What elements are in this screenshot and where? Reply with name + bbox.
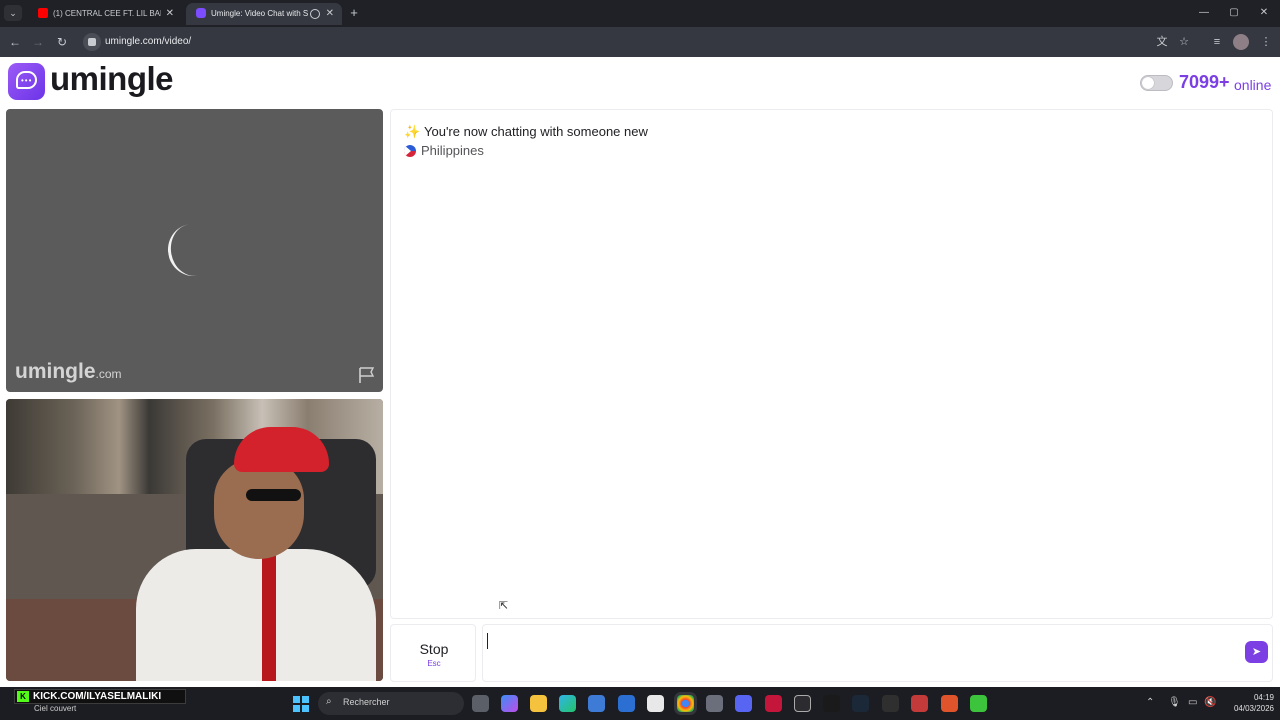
sparkle-icon: ✨ xyxy=(404,124,421,139)
stop-button[interactable]: Stop Esc xyxy=(390,624,476,682)
app-icon[interactable] xyxy=(647,695,664,712)
remote-video: umingle.com xyxy=(6,109,383,392)
stop-label: Stop xyxy=(419,641,449,657)
site-logo-text[interactable]: umingle xyxy=(50,60,174,98)
message-input[interactable] xyxy=(482,624,1273,682)
tab-umingle[interactable]: Umingle: Video Chat with S ✕ xyxy=(186,3,342,25)
youtube-icon xyxy=(38,8,48,18)
profile-avatar[interactable] xyxy=(1233,34,1249,50)
minimize-button[interactable]: — xyxy=(1189,4,1219,22)
chat-log: ✨ You're now chatting with someone new Ph… xyxy=(390,109,1273,619)
file-explorer-icon[interactable] xyxy=(530,695,547,712)
new-tab-button[interactable]: + xyxy=(346,3,362,23)
search-label: Rechercher xyxy=(343,697,390,707)
tab-youtube[interactable]: (1) CENTRAL CEE FT. LIL BABY - ✕ xyxy=(28,3,182,25)
chrome-icon[interactable] xyxy=(677,695,694,712)
volume-mute-icon[interactable]: 🔇 xyxy=(1204,697,1216,708)
microphone-icon[interactable]: 🎙 xyxy=(1168,697,1181,708)
app-icon[interactable] xyxy=(941,695,958,712)
philippines-flag-icon xyxy=(404,144,416,157)
kick-app-icon[interactable] xyxy=(970,695,987,712)
taskbar-clock[interactable]: 04:19 04/03/2026 xyxy=(1224,692,1274,714)
tab-search-button[interactable]: ⌄ xyxy=(4,5,22,21)
report-flag-icon[interactable] xyxy=(358,366,376,384)
taskbar-search[interactable]: ⌕ Rechercher xyxy=(318,692,464,715)
close-tab-icon[interactable]: ✕ xyxy=(326,3,334,25)
stop-shortcut-hint: Esc xyxy=(427,659,441,668)
close-window-button[interactable]: ✕ xyxy=(1249,4,1279,22)
monitor-icon[interactable]: ▭ xyxy=(1188,697,1197,708)
bookmark-star-icon[interactable]: ☆ xyxy=(1175,33,1193,51)
close-tab-icon[interactable]: ✕ xyxy=(166,3,174,25)
reading-list-icon[interactable]: ≡ xyxy=(1208,33,1226,51)
umingle-page: ••• umingle 7099+ online umingle.com ✨ Yo… xyxy=(0,57,1280,687)
outlook-icon[interactable] xyxy=(618,695,635,712)
site-info-icon[interactable] xyxy=(83,33,101,51)
url-text[interactable]: umingle.com/video/ xyxy=(105,30,191,54)
maximize-button[interactable]: ▢ xyxy=(1219,4,1249,22)
loading-spinner xyxy=(163,220,223,280)
browser-tab-bar: ⌄ (1) CENTRAL CEE FT. LIL BABY - ✕ Uming… xyxy=(0,0,1280,27)
connected-message: ✨ You're now chatting with someone new xyxy=(404,124,648,139)
reload-icon[interactable]: ↻ xyxy=(53,33,71,51)
windows-taskbar: K KICK.COM/ILYASELMALIKI Ciel couvert ⌕ R… xyxy=(0,687,1280,720)
back-arrow-icon[interactable]: ← xyxy=(6,33,24,51)
send-button[interactable]: ➤ xyxy=(1245,641,1268,663)
weather-widget[interactable]: Ciel couvert xyxy=(34,704,76,713)
search-icon: ⌕ xyxy=(326,696,332,707)
local-webcam-video xyxy=(6,399,383,681)
online-count: 7099+ xyxy=(1179,72,1230,92)
app-icon[interactable] xyxy=(823,695,840,712)
chevron-up-icon[interactable]: ⌃ xyxy=(1146,697,1154,708)
adobe-icon[interactable] xyxy=(765,695,782,712)
steam-icon[interactable] xyxy=(852,695,869,712)
mouse-cursor: ⇱ xyxy=(499,600,509,612)
toggle-knob xyxy=(1142,77,1154,89)
address-bar[interactable]: umingle.com/video/ xyxy=(80,30,1200,54)
stream-overlay-badge: K KICK.COM/ILYASELMALIKI xyxy=(14,689,186,704)
recording-indicator-icon xyxy=(310,9,320,19)
edge-icon[interactable] xyxy=(559,695,576,712)
copilot-icon[interactable] xyxy=(501,695,518,712)
theme-toggle[interactable] xyxy=(1140,75,1173,91)
menu-dots-icon[interactable]: ⋮ xyxy=(1257,33,1275,51)
tab-title: (1) CENTRAL CEE FT. LIL BABY - xyxy=(53,9,161,18)
browser-toolbar: ← → ↻ umingle.com/video/ 文 ☆ ≡ ⋮ xyxy=(0,27,1280,57)
discord-icon[interactable] xyxy=(735,695,752,712)
epic-games-icon[interactable] xyxy=(882,695,899,712)
translate-icon[interactable]: 文 xyxy=(1153,33,1171,51)
clock-time: 04:19 xyxy=(1253,693,1274,702)
obs-icon[interactable] xyxy=(794,695,811,712)
umingle-icon xyxy=(196,8,206,18)
send-icon: ➤ xyxy=(1251,646,1262,658)
text-caret xyxy=(487,633,488,649)
stranger-country: Philippines xyxy=(404,143,484,158)
game-controller-icon[interactable] xyxy=(706,695,723,712)
online-label: online xyxy=(1234,77,1272,93)
tab-title: Umingle: Video Chat with S xyxy=(211,9,309,18)
task-view-icon[interactable] xyxy=(472,695,489,712)
windows-start-icon[interactable] xyxy=(293,696,309,712)
microsoft-store-icon[interactable] xyxy=(588,695,605,712)
video-watermark: umingle.com xyxy=(15,360,122,383)
kick-logo-icon: K xyxy=(17,691,29,702)
umingle-logo-icon[interactable]: ••• xyxy=(8,63,45,100)
clock-date: 04/03/2026 xyxy=(1233,704,1274,713)
forward-arrow-icon[interactable]: → xyxy=(29,33,47,51)
voicemeeter-icon[interactable] xyxy=(911,695,928,712)
